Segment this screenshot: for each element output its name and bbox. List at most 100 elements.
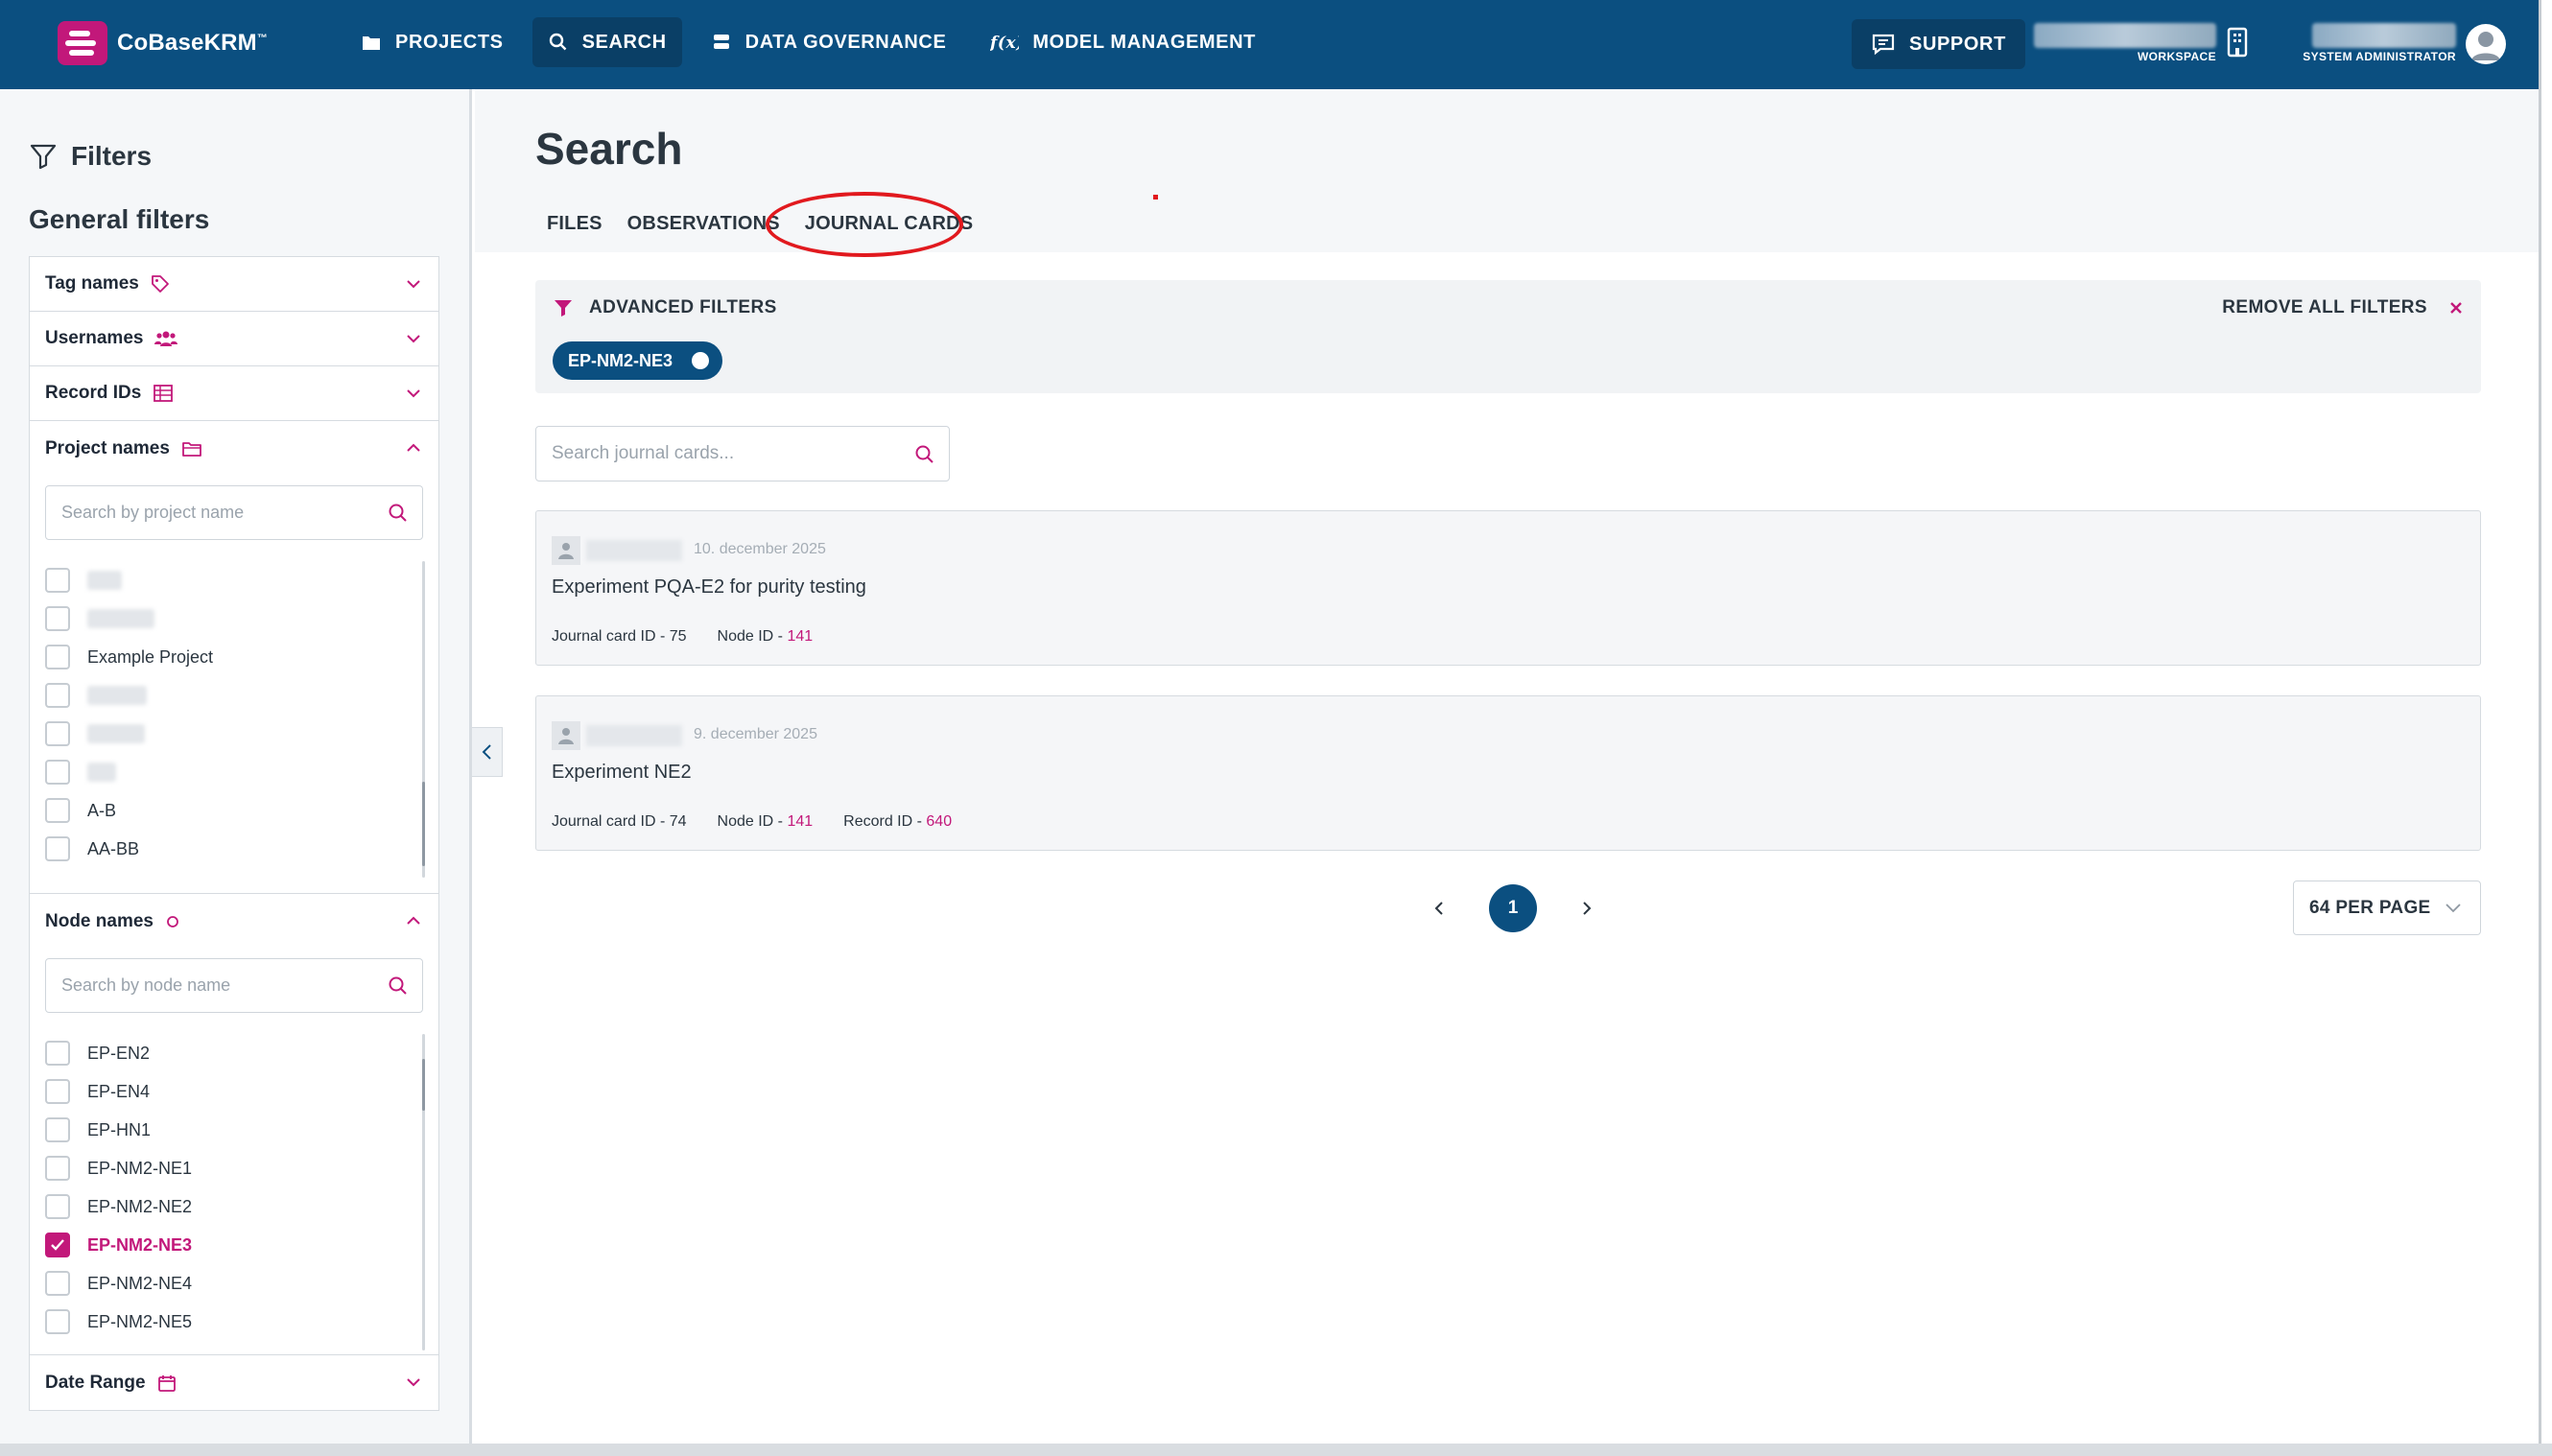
node-id[interactable]: Node ID - 141: [718, 813, 814, 831]
workspace-label: WORKSPACE: [2137, 50, 2216, 63]
nav-model-management[interactable]: f(x) MODEL MANAGEMENT: [975, 17, 1271, 67]
building-icon[interactable]: [2226, 27, 2249, 62]
filter-date-range[interactable]: Date Range: [30, 1355, 438, 1410]
chevron-up-icon[interactable]: [404, 438, 423, 458]
chevron-down-icon[interactable]: [404, 1373, 423, 1392]
active-filter-chip[interactable]: EP-NM2-NE3: [553, 341, 723, 380]
chat-icon: [1871, 32, 1896, 57]
page-number-current[interactable]: 1: [1489, 884, 1537, 932]
nav-search-label: SEARCH: [581, 31, 667, 53]
nav-model-management-label: MODEL MANAGEMENT: [1032, 31, 1256, 53]
project-item-label: AA-BB: [87, 838, 140, 858]
journal-search-input[interactable]: Search journal cards...: [535, 426, 950, 481]
journal-card[interactable]: 10. december 2025 Experiment PQA-E2 for …: [535, 510, 2481, 666]
app-logo[interactable]: CoBaseKRM™: [58, 21, 268, 65]
project-checkbox[interactable]: [45, 568, 70, 593]
node-search-input[interactable]: Search by node name: [45, 958, 423, 1013]
node-checkbox[interactable]: [45, 1156, 70, 1181]
next-page-button[interactable]: [1568, 889, 1606, 928]
node-checkbox[interactable]: [45, 1194, 70, 1219]
per-page-select[interactable]: 64 PER PAGE: [2293, 881, 2481, 935]
author-name-redacted: [586, 540, 682, 561]
project-checkbox[interactable]: [45, 721, 70, 746]
node-item-label: EP-NM2-NE1: [87, 1158, 193, 1178]
node-id[interactable]: Node ID - 141: [718, 628, 814, 646]
collapse-sidebar-button[interactable]: [472, 727, 503, 777]
card-date: 9. december 2025: [694, 726, 817, 742]
node-checkbox-checked[interactable]: [45, 1233, 70, 1257]
node-checkbox[interactable]: [45, 1117, 70, 1142]
chevron-left-icon: [1434, 902, 1443, 915]
prev-page-button[interactable]: [1420, 889, 1458, 928]
project-item[interactable]: [30, 599, 438, 638]
node-checkbox[interactable]: [45, 1309, 70, 1334]
project-item[interactable]: A-B: [30, 791, 438, 830]
workspace-selector[interactable]: WORKSPACE: [2034, 21, 2216, 69]
node-list-scroll-thumb[interactable]: [422, 1059, 425, 1111]
project-item[interactable]: Example Project: [30, 638, 438, 676]
project-search-input[interactable]: Search by project name: [45, 485, 423, 540]
per-page-value: 64 PER PAGE: [2309, 897, 2431, 918]
node-item-label: EP-EN4: [87, 1081, 151, 1101]
node-item[interactable]: EP-NM2-NE5: [30, 1303, 438, 1341]
filter-usernames[interactable]: Usernames: [30, 312, 438, 366]
nav-data-governance[interactable]: DATA GOVERNANCE: [696, 17, 962, 67]
chevron-down-icon[interactable]: [404, 384, 423, 403]
node-search-placeholder: Search by node name: [61, 975, 231, 995]
advanced-filters-heading: ADVANCED FILTERS: [553, 297, 777, 318]
node-item[interactable]: EP-NM2-NE2: [30, 1187, 438, 1226]
nav-search[interactable]: SEARCH: [532, 17, 682, 67]
filter-tag-names-label: Tag names: [45, 273, 139, 294]
page-title: Search: [535, 124, 683, 174]
project-checkbox[interactable]: [45, 606, 70, 631]
tab-observations[interactable]: OBSERVATIONS: [627, 213, 780, 235]
project-checkbox[interactable]: [45, 760, 70, 785]
tab-files[interactable]: FILES: [547, 213, 603, 235]
chevron-down-icon[interactable]: [404, 329, 423, 348]
card-title: Experiment PQA-E2 for purity testing: [552, 576, 866, 598]
filter-project-names[interactable]: Project names: [30, 421, 438, 476]
svg-text:f(x): f(x): [990, 34, 1019, 53]
project-item[interactable]: [30, 753, 438, 791]
avatar[interactable]: [2466, 24, 2506, 64]
node-item-selected[interactable]: EP-NM2-NE3: [30, 1226, 438, 1264]
node-checkbox[interactable]: [45, 1041, 70, 1066]
node-list: EP-EN2 EP-EN4 EP-HN1 EP-NM2-NE1 EP-NM2-N…: [30, 1034, 438, 1350]
node-item[interactable]: EP-NM2-NE4: [30, 1264, 438, 1303]
project-list: Example Project A-B AA-BB: [30, 561, 438, 878]
node-item[interactable]: EP-HN1: [30, 1111, 438, 1149]
project-item[interactable]: [30, 715, 438, 753]
project-checkbox[interactable]: [45, 683, 70, 708]
card-meta: Journal card ID - 75 Node ID - 141: [552, 628, 843, 646]
chevron-down-icon[interactable]: [404, 274, 423, 294]
close-icon: [2448, 300, 2464, 316]
nav-projects[interactable]: PROJECTS: [345, 17, 519, 67]
project-checkbox[interactable]: [45, 836, 70, 861]
project-item[interactable]: [30, 676, 438, 715]
project-list-scroll-thumb[interactable]: [422, 782, 425, 866]
node-item-label: EP-NM2-NE5: [87, 1311, 193, 1331]
node-item-label: EP-EN2: [87, 1043, 151, 1063]
journal-card[interactable]: 9. december 2025 Experiment NE2 Journal …: [535, 695, 2481, 851]
filter-record-ids[interactable]: Record IDs: [30, 366, 438, 421]
remove-all-filters-label: REMOVE ALL FILTERS: [2222, 297, 2427, 317]
support-button[interactable]: SUPPORT: [1852, 19, 2025, 69]
node-checkbox[interactable]: [45, 1079, 70, 1104]
node-item[interactable]: EP-EN4: [30, 1072, 438, 1111]
node-item-label: EP-NM2-NE3: [87, 1234, 193, 1255]
user-menu[interactable]: SYSTEM ADMINISTRATOR: [2293, 21, 2456, 69]
project-item[interactable]: AA-BB: [30, 830, 438, 868]
node-checkbox[interactable]: [45, 1271, 70, 1296]
project-item[interactable]: [30, 561, 438, 599]
node-item[interactable]: EP-NM2-NE1: [30, 1149, 438, 1187]
project-checkbox[interactable]: [45, 645, 70, 669]
filter-tag-names[interactable]: Tag names: [30, 257, 438, 312]
chip-remove-toggle[interactable]: [692, 352, 710, 369]
chevron-right-icon: [1583, 902, 1592, 915]
filter-node-names[interactable]: Node names: [30, 894, 438, 949]
node-item[interactable]: EP-EN2: [30, 1034, 438, 1072]
remove-all-filters-button[interactable]: REMOVE ALL FILTERS: [2222, 297, 2464, 318]
record-id[interactable]: Record ID - 640: [843, 813, 952, 831]
project-checkbox[interactable]: [45, 798, 70, 823]
chevron-up-icon[interactable]: [404, 911, 423, 930]
